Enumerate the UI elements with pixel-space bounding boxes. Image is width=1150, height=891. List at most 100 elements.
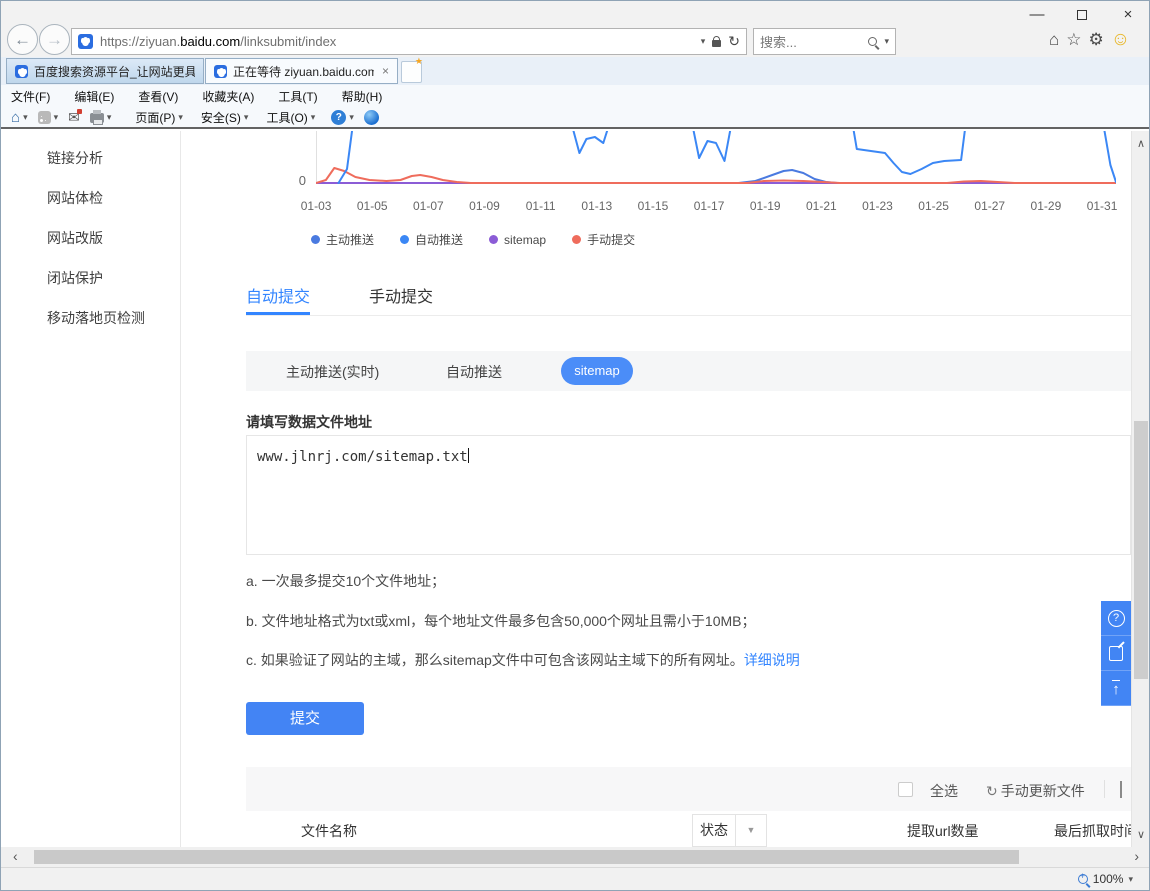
tab-title: 正在等待 ziyuan.baidu.com — [233, 63, 374, 80]
rss-command-button[interactable]: ▾ — [38, 111, 59, 124]
chart-y-tick-zero: 0 — [261, 173, 306, 188]
help-icon: ? — [331, 110, 346, 125]
back-to-top-button[interactable]: ↑ — [1101, 671, 1131, 706]
messenger-sphere-icon — [364, 110, 379, 125]
tab-favicon — [214, 65, 227, 78]
sidebar-item-closed-site-protection[interactable]: 闭站保护 — [47, 268, 103, 288]
column-file-name: 文件名称 — [301, 821, 357, 841]
menu-help[interactable]: 帮助(H) — [342, 88, 383, 105]
detail-link[interactable]: 详细说明 — [744, 652, 800, 668]
floating-side-panel: ? ↑ — [1101, 601, 1131, 706]
legend-dot — [572, 235, 581, 244]
manual-refresh-button[interactable]: ↻手动更新文件 — [986, 781, 1085, 801]
scroll-down-icon[interactable]: ∨ — [1132, 828, 1150, 841]
legend-item[interactable]: 手动提交 — [572, 231, 635, 248]
help-float-button[interactable]: ? — [1101, 601, 1131, 636]
back-to-top-icon: ↑ — [1112, 680, 1120, 697]
tab-divider-line — [246, 315, 1131, 316]
legend-dot — [489, 235, 498, 244]
home-icon[interactable]: ⌂ — [1049, 30, 1059, 50]
page-command-button[interactable]: 页面(P)▾ — [135, 109, 183, 126]
select-all-checkbox[interactable] — [898, 782, 913, 797]
subtab-active-push[interactable]: 主动推送(实时) — [286, 362, 379, 382]
scroll-left-icon[interactable]: ‹ — [13, 848, 18, 864]
question-bubble-icon: ? — [1108, 610, 1125, 627]
select-all-label[interactable]: 全选 — [930, 781, 958, 801]
menu-file[interactable]: 文件(F) — [11, 88, 50, 105]
zoom-control[interactable]: 100% ▾ — [1078, 872, 1133, 886]
tab-close-icon[interactable]: × — [382, 64, 389, 78]
scroll-right-icon[interactable]: › — [1134, 848, 1139, 864]
column-status[interactable]: 状态 — [692, 814, 736, 847]
feedback-edit-icon — [1109, 646, 1123, 661]
vertical-scrollbar[interactable]: ∧ ∨ — [1131, 131, 1149, 847]
tools-command-button[interactable]: 工具(O)▾ — [266, 109, 315, 126]
address-dropdown-icon[interactable]: ▾ — [701, 36, 706, 47]
address-bar[interactable]: https://ziyuan.baidu.com/linksubmit/inde… — [71, 28, 747, 55]
subtab-sitemap-selected[interactable]: sitemap — [561, 357, 633, 385]
file-url-value: www.jlnrj.com/sitemap.txt — [257, 449, 468, 465]
file-url-textarea[interactable]: www.jlnrj.com/sitemap.txt — [246, 435, 1131, 555]
text-cursor — [468, 448, 469, 463]
url-text: https://ziyuan.baidu.com/linksubmit/inde… — [100, 34, 336, 49]
legend-item[interactable]: 自动推送 — [400, 231, 463, 248]
horizontal-scrollbar[interactable]: ‹ › — [1, 847, 1150, 867]
search-icon[interactable] — [868, 37, 877, 46]
print-command-button[interactable]: ▾ — [90, 111, 112, 123]
subtab-auto-push[interactable]: 自动推送 — [446, 362, 502, 382]
search-input[interactable]: 搜索... ▾ — [753, 28, 896, 55]
horizontal-scrollbar-thumb[interactable] — [34, 850, 1019, 864]
zoom-dropdown-icon[interactable]: ▾ — [1128, 874, 1133, 885]
tab-waiting-ziyuan[interactable]: 正在等待 ziyuan.baidu.com × — [205, 58, 398, 84]
legend-item[interactable]: 主动推送 — [311, 231, 374, 248]
legend-item[interactable]: sitemap — [489, 233, 546, 247]
status-filter-dropdown-icon[interactable]: ▼ — [735, 814, 767, 847]
home-command-button[interactable]: ⌂▾ — [11, 109, 28, 126]
rss-icon — [38, 111, 51, 124]
tab-auto-submit[interactable]: 自动提交 — [246, 283, 310, 307]
search-dropdown-icon[interactable]: ▾ — [884, 36, 889, 47]
minimize-button[interactable]: — — [1020, 5, 1054, 25]
zoom-magnifier-icon — [1078, 874, 1088, 884]
help-command-button[interactable]: ?▾ — [331, 110, 354, 125]
delete-button-clipped[interactable] — [1120, 781, 1131, 798]
tab-manual-submit[interactable]: 手动提交 — [369, 283, 433, 307]
feedback-float-button[interactable] — [1101, 636, 1131, 671]
vertical-scrollbar-thumb[interactable] — [1134, 421, 1148, 679]
mail-command-button[interactable]: ✉ — [68, 109, 80, 126]
browser-chrome: — × ← → https://ziyuan.baidu.com/linksub… — [1, 1, 1150, 57]
favorites-star-icon[interactable]: ☆ — [1066, 30, 1081, 50]
trash-icon — [1120, 781, 1122, 798]
sidebar-item-site-checkup[interactable]: 网站体检 — [47, 188, 103, 208]
new-tab-button[interactable] — [401, 61, 422, 83]
chart-legend: 主动推送 自动推送 sitemap 手动提交 — [311, 231, 635, 248]
file-list-toolbar: 全选 ↻手动更新文件 — [246, 767, 1131, 811]
menu-edit[interactable]: 编辑(E) — [74, 88, 114, 105]
maximize-icon — [1077, 10, 1087, 20]
close-button[interactable]: × — [1111, 5, 1145, 25]
back-button[interactable]: ← — [7, 24, 38, 55]
sidebar: 链接分析 网站体检 网站改版 闭站保护 移动落地页检测 — [1, 131, 181, 847]
legend-dot — [400, 235, 409, 244]
legend-dot — [311, 235, 320, 244]
sidebar-item-site-revision[interactable]: 网站改版 — [47, 228, 103, 248]
note-a: a. 一次最多提交10个文件地址； — [246, 571, 445, 591]
menu-view[interactable]: 查看(V) — [138, 88, 178, 105]
menu-tools[interactable]: 工具(T) — [278, 88, 317, 105]
refresh-icon[interactable]: ↻ — [728, 33, 740, 50]
maximize-button[interactable] — [1065, 5, 1099, 25]
safety-command-button[interactable]: 安全(S)▾ — [201, 109, 249, 126]
tab-baidu-platform[interactable]: 百度搜索资源平台_让网站更具... — [6, 58, 204, 84]
forward-button[interactable]: → — [39, 24, 70, 55]
column-last-crawl-time-clipped: 最后抓取时间 — [1054, 821, 1131, 841]
smiley-feedback-icon[interactable]: ☺ — [1111, 29, 1130, 51]
sidebar-item-mobile-landing-check[interactable]: 移动落地页检测 — [47, 308, 145, 328]
scroll-up-icon[interactable]: ∧ — [1132, 137, 1150, 150]
menu-favorites[interactable]: 收藏夹(A) — [202, 88, 254, 105]
search-placeholder: 搜索... — [760, 32, 797, 51]
settings-gear-icon[interactable]: ⚙ — [1089, 30, 1104, 50]
sidebar-item-link-analysis[interactable]: 链接分析 — [47, 148, 103, 168]
chart-svg — [316, 131, 1116, 184]
submit-button[interactable]: 提交 — [246, 702, 364, 735]
messenger-command-button[interactable] — [364, 110, 379, 125]
